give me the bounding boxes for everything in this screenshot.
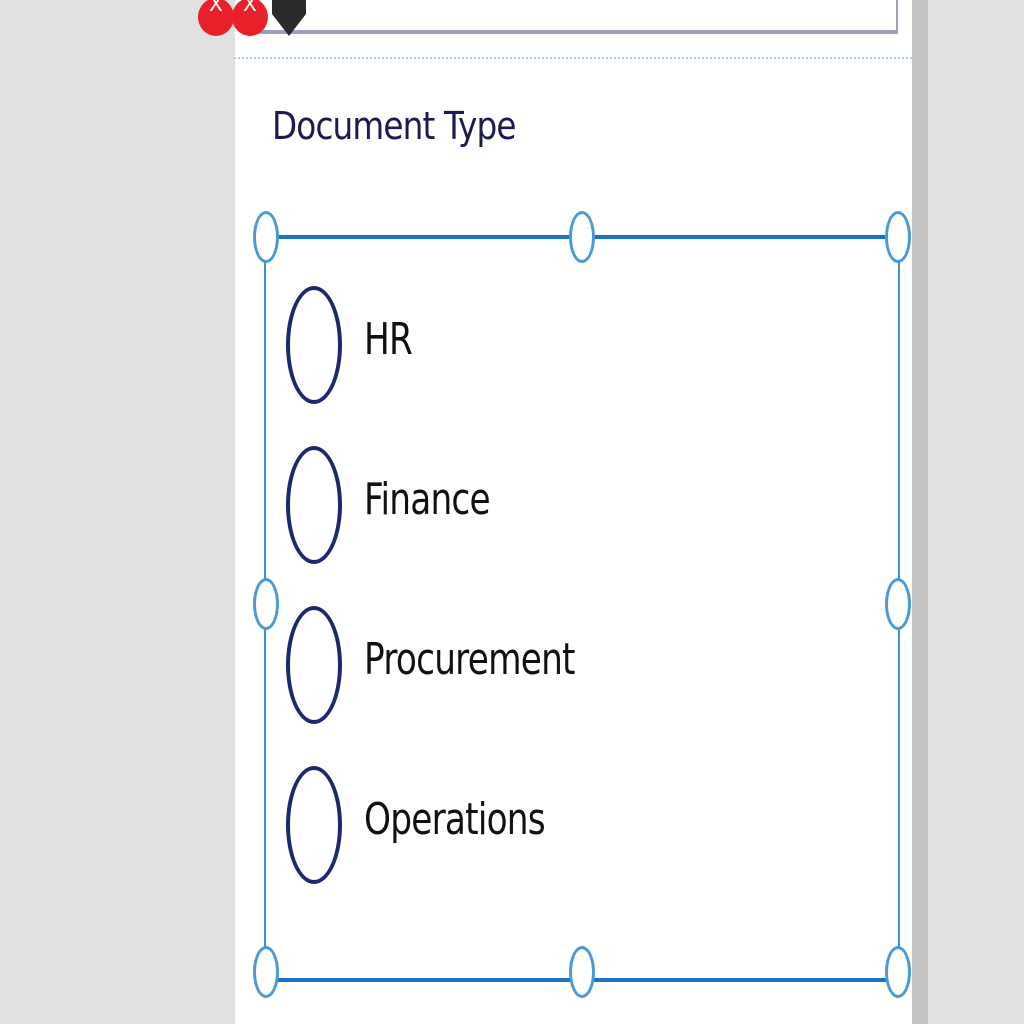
section-divider	[234, 57, 912, 59]
radio-button[interactable]	[286, 286, 342, 404]
error-glyph: X	[243, 0, 257, 16]
resize-handle-bottom[interactable]	[569, 946, 595, 998]
radio-button[interactable]	[286, 766, 342, 884]
resize-handle-bottom-left[interactable]	[253, 946, 279, 998]
resize-handle-left[interactable]	[253, 578, 279, 630]
form-canvas: X X Document Type HR Finance Procurement	[0, 0, 1024, 1024]
field-label: Document Type	[272, 104, 516, 148]
radio-button[interactable]	[286, 606, 342, 724]
resize-handle-top-left[interactable]	[253, 211, 279, 263]
radio-option-procurement[interactable]: Procurement	[286, 606, 846, 726]
resize-handle-top-right[interactable]	[885, 211, 911, 263]
warning-icon[interactable]	[270, 0, 308, 46]
radio-option-label: Operations	[364, 794, 546, 845]
radio-option-label: Procurement	[364, 634, 576, 685]
radio-button[interactable]	[286, 446, 342, 564]
radio-option-operations[interactable]: Operations	[286, 766, 846, 886]
radio-option-hr[interactable]: HR	[286, 286, 846, 406]
radio-option-label: Finance	[364, 474, 491, 525]
resize-handle-bottom-right[interactable]	[885, 946, 911, 998]
resize-handle-top[interactable]	[569, 211, 595, 263]
resize-handle-right[interactable]	[885, 578, 911, 630]
scrollbar-track[interactable]	[912, 0, 928, 1024]
radio-option-label: HR	[364, 314, 413, 365]
text-input-field[interactable]	[258, 0, 898, 34]
radio-option-finance[interactable]: Finance	[286, 446, 846, 566]
error-icon[interactable]: X	[198, 0, 234, 36]
error-glyph: X	[209, 0, 223, 16]
